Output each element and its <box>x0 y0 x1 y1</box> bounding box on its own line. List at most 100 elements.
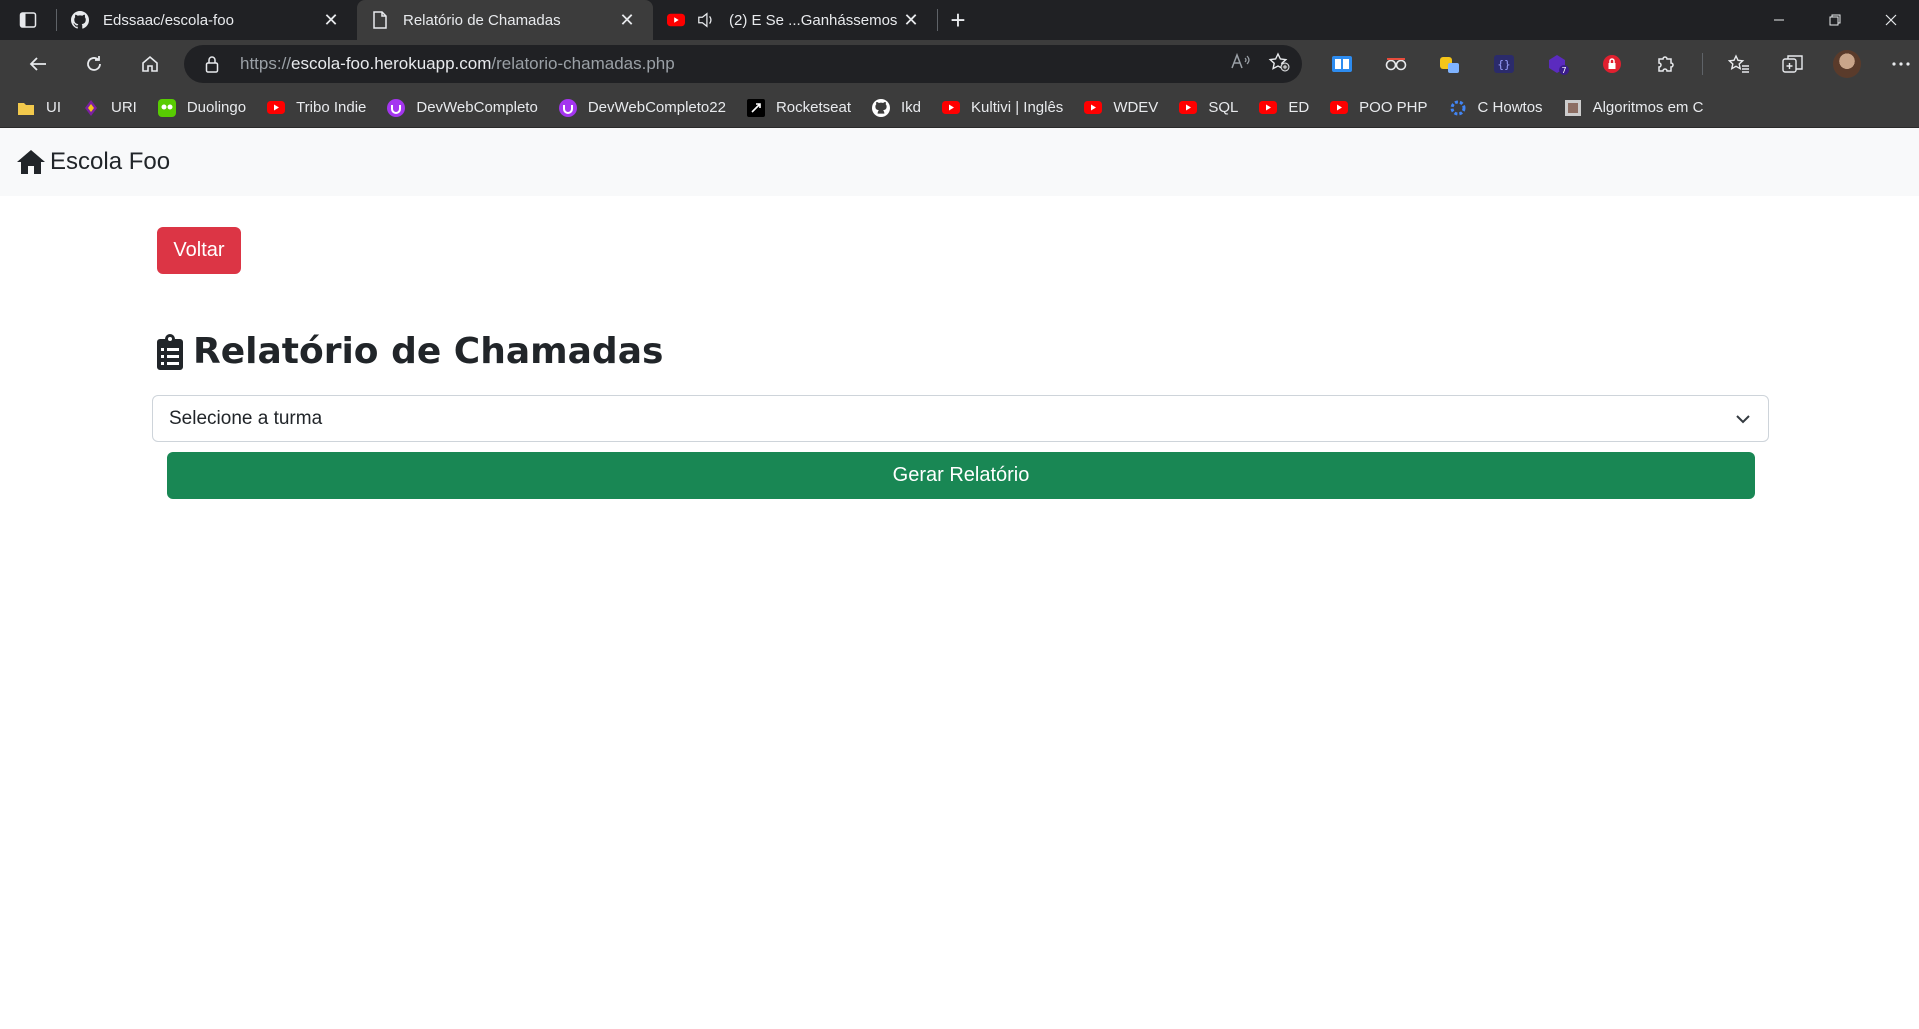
github-icon <box>871 98 891 118</box>
bookmark-label: UI <box>46 99 61 116</box>
back-arrow-icon[interactable] <box>14 44 62 84</box>
close-icon[interactable]: ✕ <box>899 8 923 32</box>
book-icon <box>1563 98 1583 118</box>
password-extension-icon[interactable] <box>1594 46 1630 82</box>
bookmark-label: WDEV <box>1113 99 1159 116</box>
profile-avatar[interactable] <box>1829 46 1865 82</box>
bookmark-item[interactable]: Tribo Indie <box>266 98 366 118</box>
collections-icon[interactable] <box>1775 46 1811 82</box>
bookmark-item[interactable]: ED <box>1258 98 1309 118</box>
youtube-icon <box>1083 98 1103 118</box>
reader-extension-icon[interactable] <box>1324 46 1360 82</box>
bookmark-item[interactable]: C Howtos <box>1448 98 1543 118</box>
glasses-extension-icon[interactable] <box>1378 46 1414 82</box>
youtube-icon <box>941 98 961 118</box>
site-navbar: Escola Foo <box>0 128 1919 196</box>
bookmark-item[interactable]: WDEV <box>1083 98 1158 118</box>
bookmark-label: Rocketseat <box>775 99 852 116</box>
tab-github[interactable]: Edssaac/escola-foo ✕ <box>57 0 357 40</box>
bookmark-item[interactable]: UI <box>16 98 61 118</box>
puzzle-extensions-icon[interactable] <box>1648 46 1684 82</box>
bookmark-item[interactable]: Kultivi | Inglês <box>941 98 1063 118</box>
bookmark-label: ED <box>1288 99 1310 116</box>
read-aloud-icon[interactable] <box>1230 52 1252 77</box>
home-icon[interactable] <box>126 44 174 84</box>
bookmark-item[interactable]: Duolingo <box>157 98 246 118</box>
speaker-icon[interactable] <box>697 11 715 29</box>
url-host: escola-foo.herokuapp.com <box>291 54 492 73</box>
folder-icon <box>16 98 36 118</box>
add-favorite-icon[interactable] <box>1268 51 1290 77</box>
bookmark-label: C Howtos <box>1477 99 1543 116</box>
bookmark-item[interactable]: POO PHP <box>1329 98 1428 118</box>
url-text: https://escola-foo.herokuapp.com/relator… <box>240 54 675 74</box>
bookmark-label: Duolingo <box>186 99 247 116</box>
address-bar[interactable]: https://escola-foo.herokuapp.com/relator… <box>184 45 1302 83</box>
bookmark-label: DevWebCompleto <box>416 99 538 116</box>
close-window-icon[interactable] <box>1863 0 1919 40</box>
dice-extension-icon[interactable]: 7 <box>1540 46 1576 82</box>
github-icon <box>71 11 89 29</box>
turma-select[interactable]: Selecione a turma <box>152 395 1769 442</box>
bookmark-item[interactable]: DevWebCompleto <box>386 98 538 118</box>
youtube-icon <box>1258 98 1278 118</box>
youtube-icon <box>667 11 685 29</box>
close-icon[interactable]: ✕ <box>319 8 343 32</box>
bookmark-label: POO PHP <box>1359 99 1428 116</box>
bookmark-item[interactable]: SQL <box>1178 98 1238 118</box>
bookmark-label: Ikd <box>901 99 922 116</box>
lock-icon[interactable] <box>202 55 222 73</box>
bookmark-item[interactable]: URI <box>81 98 137 118</box>
duolingo-icon <box>157 98 177 118</box>
back-button[interactable]: Voltar <box>157 227 241 274</box>
bookmark-label: Tribo Indie <box>296 99 367 116</box>
bookmark-item[interactable]: Rocketseat <box>746 98 851 118</box>
bookmarks-bar: UI URI Duolingo Tribo Indie DevWebCompleto De… <box>0 88 1919 128</box>
url-scheme: https:// <box>240 54 292 73</box>
bookmark-label: SQL <box>1208 99 1239 116</box>
bookmark-item[interactable]: Ikd <box>871 98 921 118</box>
refresh-icon[interactable] <box>70 44 118 84</box>
youtube-icon <box>1178 98 1198 118</box>
new-tab-icon[interactable]: + <box>938 0 978 40</box>
close-icon[interactable]: ✕ <box>615 8 639 32</box>
generate-report-button[interactable]: Gerar Relatório <box>167 452 1755 499</box>
youtube-icon <box>1329 98 1349 118</box>
tab-youtube[interactable]: (2) E Se ...Ganhássemos Na Loter ✕ <box>653 0 937 40</box>
gear-icon <box>1448 98 1468 118</box>
tab-title: Edssaac/escola-foo <box>103 11 234 29</box>
tab-relatorio[interactable]: Relatório de Chamadas ✕ <box>357 0 653 40</box>
svg-text:7: 7 <box>1561 66 1566 75</box>
uri-icon <box>81 98 101 118</box>
extensions-area: {} 7 <box>1324 46 1919 82</box>
address-actions <box>1230 51 1290 77</box>
browser-tab-bar: Edssaac/escola-foo ✕ Relatório de Chamad… <box>0 0 1919 40</box>
more-menu-icon[interactable] <box>1883 46 1919 82</box>
page-icon <box>371 11 389 29</box>
paint-extension-icon[interactable] <box>1432 46 1468 82</box>
tab-title: (2) E Se ...Ganhássemos Na Loter <box>729 11 899 29</box>
favorites-icon[interactable] <box>1721 46 1757 82</box>
udemy-icon <box>558 98 578 118</box>
rocketseat-icon <box>746 98 766 118</box>
svg-text:{}: {} <box>1497 58 1510 71</box>
minimize-icon[interactable] <box>1751 0 1807 40</box>
bookmark-label: DevWebCompleto22 <box>587 99 726 116</box>
bookmark-label: URI <box>111 99 137 116</box>
tab-actions-icon[interactable] <box>0 0 56 40</box>
page-title-text: Relatório de Chamadas <box>193 331 664 372</box>
page-title: Relatório de Chamadas <box>157 331 663 372</box>
bookmark-label: Kultivi | Inglês <box>971 99 1064 116</box>
page-content: Voltar Relatório de Chamadas Selecione a… <box>0 196 1919 1029</box>
chevron-down-icon <box>1736 414 1750 423</box>
url-path: /relatorio-chamadas.php <box>491 54 675 73</box>
json-extension-icon[interactable]: {} <box>1486 46 1522 82</box>
restore-icon[interactable] <box>1807 0 1863 40</box>
brand-link[interactable]: Escola Foo <box>16 148 170 176</box>
turma-select-value: Selecione a turma <box>169 407 323 429</box>
clipboard-list-icon <box>157 333 183 370</box>
brand-name: Escola Foo <box>50 148 171 175</box>
udemy-icon <box>386 98 406 118</box>
bookmark-item[interactable]: Algoritmos em C <box>1563 98 1703 118</box>
bookmark-item[interactable]: DevWebCompleto22 <box>558 98 726 118</box>
